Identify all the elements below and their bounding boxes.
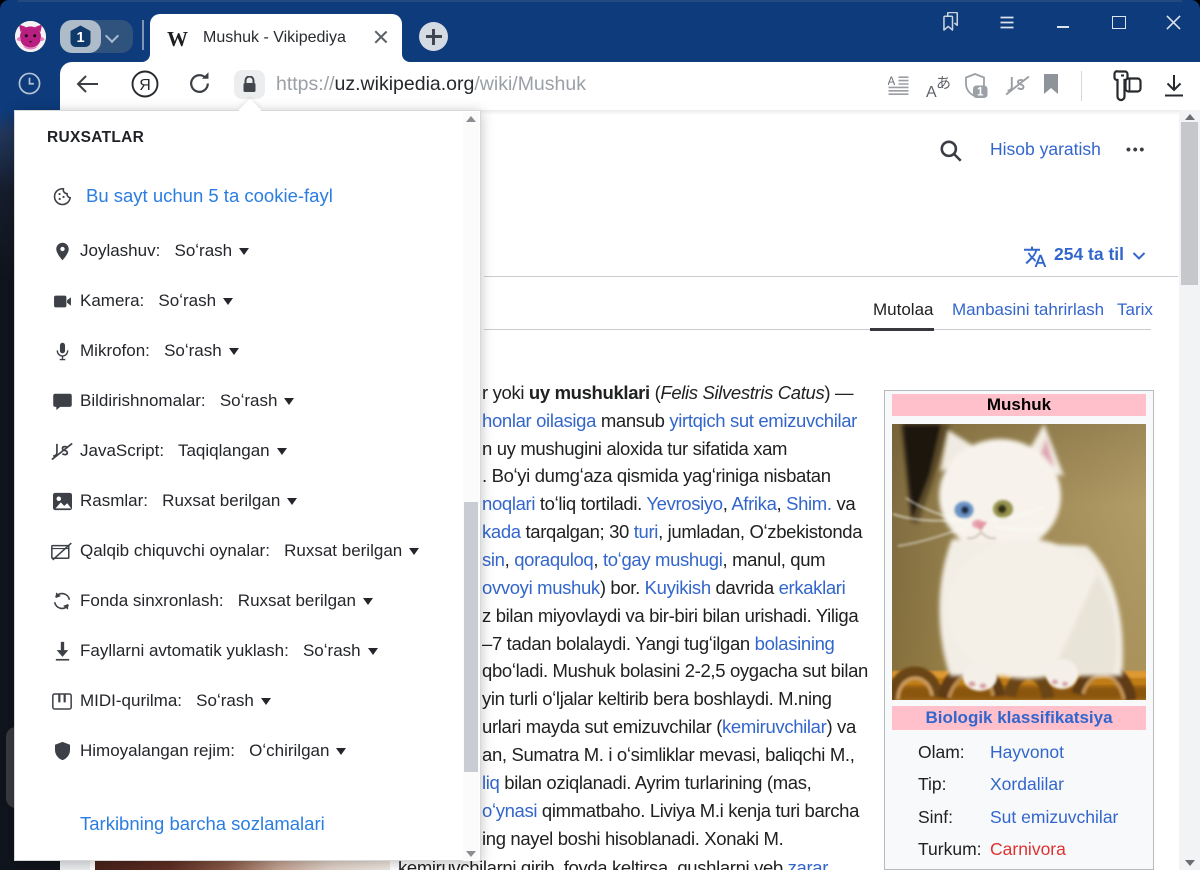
svg-text:1: 1 — [977, 87, 984, 99]
svg-text:A: A — [888, 76, 896, 88]
svg-text:1: 1 — [76, 30, 84, 46]
svg-text:あ: あ — [936, 75, 951, 92]
svg-text:Я: Я — [139, 77, 151, 94]
